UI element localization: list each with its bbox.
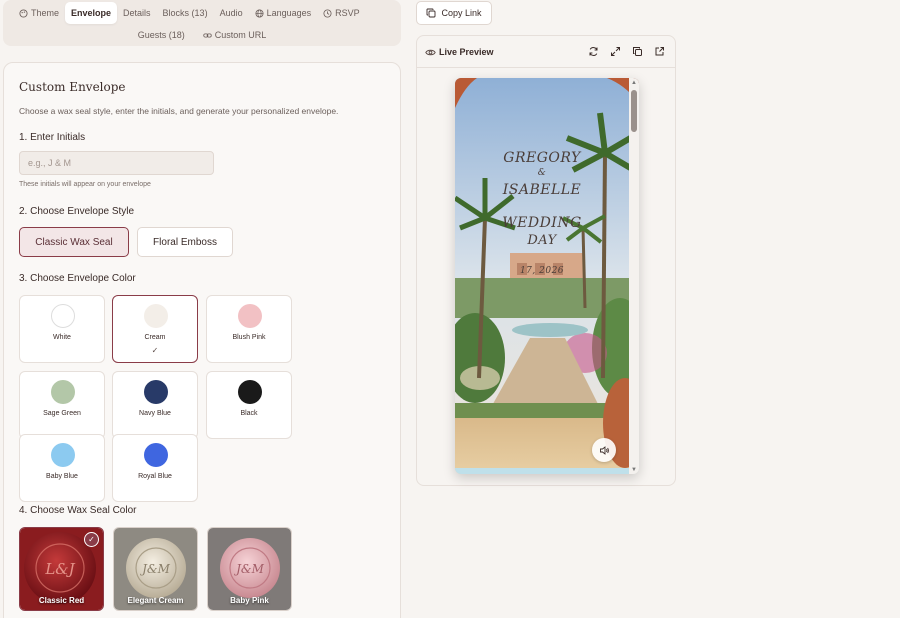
- color-option-blush-pink[interactable]: Blush Pink: [206, 295, 292, 363]
- style-button-label: Floral Emboss: [153, 236, 217, 248]
- garden-palm-scene-image: [455, 78, 639, 474]
- color-label: Baby Blue: [46, 473, 78, 480]
- expand-icon[interactable]: [610, 46, 621, 57]
- link-icon: [203, 32, 212, 38]
- tab-envelope[interactable]: Envelope: [65, 2, 118, 24]
- seal-monogram: J&M: [233, 562, 264, 576]
- style-floral-emboss-button[interactable]: Floral Emboss: [137, 227, 233, 257]
- tab-label: Theme: [31, 8, 60, 18]
- tab-guests[interactable]: Guests (18): [132, 24, 191, 46]
- seal-label: Elegant Cream: [127, 596, 184, 605]
- scroll-up-arrow-icon[interactable]: ▲: [631, 80, 637, 86]
- tab-label: Details: [123, 8, 151, 18]
- color-option-black[interactable]: Black: [206, 371, 292, 439]
- copy-icon: [427, 8, 436, 18]
- check-icon: ✓: [151, 346, 159, 355]
- scroll-down-arrow-icon[interactable]: ▼: [631, 467, 637, 473]
- color-swatch: [51, 304, 75, 328]
- color-option-baby-blue[interactable]: Baby Blue: [19, 434, 105, 502]
- seal-monogram: J&M: [139, 562, 170, 576]
- seal-option-elegant-cream[interactable]: J&M Elegant Cream: [113, 527, 198, 611]
- tab-rsvp[interactable]: RSVP: [317, 2, 366, 24]
- invite-ampersand: &: [537, 168, 547, 178]
- color-swatch: [238, 304, 262, 328]
- editor-tabbar: Theme Envelope Details Blocks (13) Audio…: [3, 0, 401, 46]
- check-icon: ✓: [84, 532, 99, 547]
- step3-heading: 3. Choose Envelope Color: [19, 273, 136, 284]
- color-label: Royal Blue: [138, 473, 172, 480]
- invite-name-1: GREGORY: [503, 150, 581, 166]
- step4-heading: 4. Choose Wax Seal Color: [19, 505, 137, 516]
- tab-label: Envelope: [71, 8, 112, 18]
- color-option-sage-green[interactable]: Sage Green: [19, 371, 105, 439]
- tab-label: Guests (18): [137, 30, 185, 40]
- step2-heading: 2. Choose Envelope Style: [19, 206, 135, 217]
- live-preview-header: Live Preview: [417, 36, 675, 68]
- scrollbar-thumb[interactable]: [631, 90, 637, 132]
- preview-scrollbar[interactable]: ▲ ▼: [629, 78, 639, 474]
- seal-label: Baby Pink: [230, 596, 269, 605]
- color-option-navy-blue[interactable]: Navy Blue: [112, 371, 198, 439]
- copy-link-button[interactable]: Copy Link: [416, 1, 492, 25]
- custom-envelope-panel: Custom Envelope Choose a wax seal style,…: [3, 62, 401, 618]
- step1-heading: 1. Enter Initials: [19, 132, 86, 143]
- color-option-white[interactable]: White: [19, 295, 105, 363]
- tab-custom-url[interactable]: Custom URL: [197, 24, 273, 46]
- tab-audio[interactable]: Audio: [214, 2, 249, 24]
- color-option-royal-blue[interactable]: Royal Blue: [112, 434, 198, 502]
- panel-title: Custom Envelope: [19, 80, 126, 94]
- seal-monogram: L&J: [44, 560, 75, 578]
- color-swatch: [144, 443, 168, 467]
- tab-label: Blocks (13): [162, 8, 208, 18]
- eye-icon: [425, 49, 436, 56]
- duplicate-icon[interactable]: [632, 46, 643, 57]
- tabs-row-primary: Theme Envelope Details Blocks (13) Audio…: [3, 2, 401, 24]
- globe-icon: [255, 8, 264, 18]
- invite-wedding: WEDDING: [502, 215, 582, 231]
- invite-date: 17, 2026: [519, 266, 565, 276]
- seal-option-baby-pink[interactable]: J&M Baby Pink: [207, 527, 292, 611]
- refresh-icon[interactable]: [588, 46, 599, 57]
- seal-label: Classic Red: [38, 596, 85, 605]
- tab-label: Audio: [219, 8, 243, 18]
- tab-details[interactable]: Details: [117, 2, 157, 24]
- style-button-label: Classic Wax Seal: [35, 236, 113, 248]
- color-swatch: [51, 443, 75, 467]
- style-classic-wax-seal-button[interactable]: Classic Wax Seal: [19, 227, 129, 257]
- tab-blocks[interactable]: Blocks (13): [157, 2, 214, 24]
- color-swatch: [144, 304, 168, 328]
- live-preview-panel: Live Preview GREGORY & ISABELLE WEDDING …: [416, 35, 676, 486]
- copy-link-label: Copy Link: [441, 8, 482, 18]
- palette-icon: [19, 8, 28, 18]
- tabs-row-secondary: Guests (18) Custom URL: [3, 24, 401, 44]
- color-swatch: [238, 380, 262, 404]
- tab-languages[interactable]: Languages: [249, 2, 318, 24]
- tab-theme[interactable]: Theme: [13, 2, 65, 24]
- invite-day: DAY: [527, 233, 557, 248]
- clock-icon: [323, 8, 332, 18]
- seal-option-classic-red[interactable]: L&J ✓ Classic Red: [19, 527, 104, 611]
- initials-hint: These initials will appear on your envel…: [19, 181, 151, 188]
- color-label: Sage Green: [43, 410, 81, 417]
- color-label: White: [53, 334, 71, 341]
- color-label: Cream: [144, 334, 166, 341]
- invite-name-2: ISABELLE: [502, 182, 582, 198]
- initials-input[interactable]: [19, 151, 214, 175]
- live-preview-title: Live Preview: [439, 47, 494, 57]
- color-option-cream[interactable]: Cream ✓: [112, 295, 198, 363]
- color-swatch: [144, 380, 168, 404]
- invitation-preview-screen[interactable]: GREGORY & ISABELLE WEDDING DAY 17, 2026 …: [455, 78, 639, 474]
- tab-label: RSVP: [335, 8, 360, 18]
- open-external-icon[interactable]: [654, 46, 665, 57]
- color-label: Navy Blue: [139, 410, 171, 417]
- speaker-icon: [599, 445, 609, 455]
- tab-label: Custom URL: [214, 30, 267, 40]
- color-label: Black: [240, 410, 258, 417]
- panel-description: Choose a wax seal style, enter the initi…: [19, 106, 339, 116]
- sound-toggle-button[interactable]: [592, 438, 616, 462]
- color-label: Blush Pink: [232, 334, 266, 341]
- tab-label: Languages: [266, 8, 312, 18]
- color-swatch: [51, 380, 75, 404]
